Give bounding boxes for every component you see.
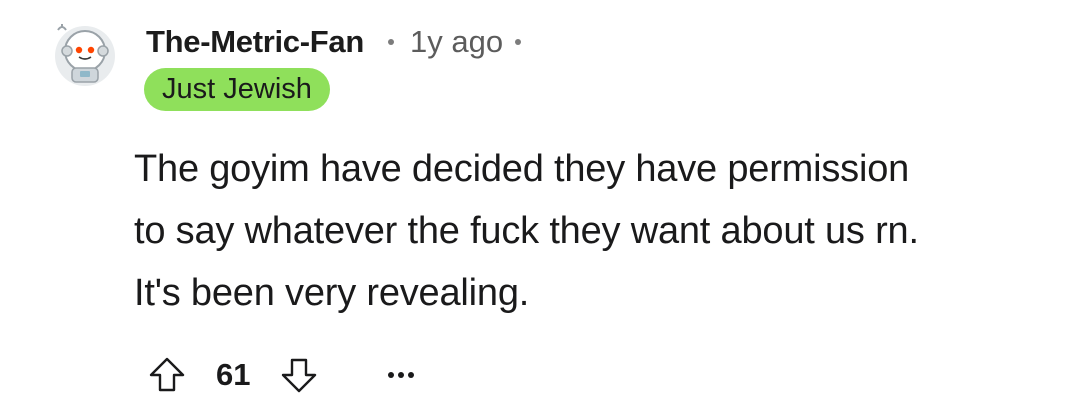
- more-options-button[interactable]: [388, 355, 415, 395]
- downvote-button[interactable]: [278, 354, 320, 396]
- comment-body: The goyim have decided they have permiss…: [134, 138, 1054, 324]
- timestamp: 1y ago: [409, 24, 504, 59]
- snoo-astronaut-avatar-icon: [55, 24, 115, 86]
- upvote-button[interactable]: [146, 354, 188, 396]
- separator-dot-icon: [387, 39, 394, 45]
- upvote-arrow-icon: [149, 357, 185, 392]
- vote-score: 61: [216, 357, 251, 392]
- comment-body-line: to say whatever the fuck they want about…: [134, 210, 919, 252]
- downvote-arrow-icon: [282, 358, 317, 393]
- comment-header: The-Metric-Fan 1y ago: [146, 20, 522, 64]
- separator-dot-icon: [515, 39, 522, 45]
- user-flair: Just Jewish: [144, 68, 330, 111]
- user-avatar[interactable]: [52, 20, 118, 86]
- comment-body-line: It's been very revealing.: [134, 272, 530, 314]
- comment-actions: 61: [146, 350, 415, 400]
- more-options-icon: [388, 372, 395, 378]
- comment-body-line: The goyim have decided they have permiss…: [134, 148, 910, 190]
- username[interactable]: The-Metric-Fan: [146, 24, 364, 60]
